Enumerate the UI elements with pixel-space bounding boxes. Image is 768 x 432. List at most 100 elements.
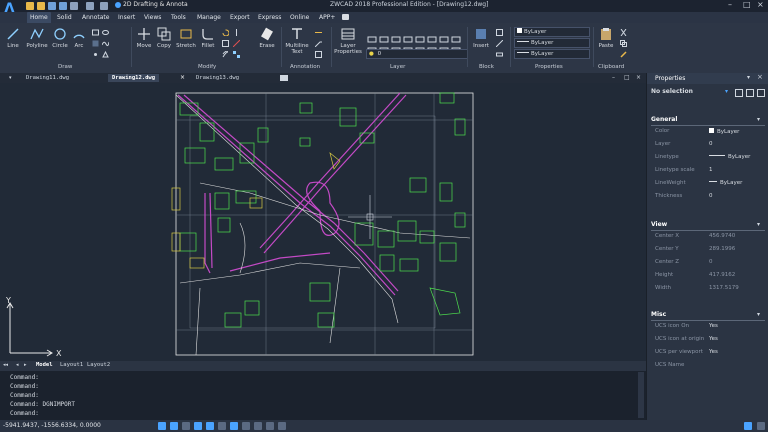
rotate-icon[interactable] [222, 29, 229, 36]
tab-express[interactable]: Express [258, 14, 281, 21]
pickadd-icon[interactable] [757, 89, 765, 97]
command-scrollbar[interactable] [638, 372, 644, 418]
offset-icon[interactable] [222, 51, 229, 58]
erase-button[interactable]: Erase [257, 27, 277, 49]
tab-scroll-prev-icon[interactable]: ◂ [16, 362, 19, 368]
fullscreen-icon[interactable] [757, 422, 765, 430]
create-block-icon[interactable] [496, 29, 503, 36]
maximize-icon[interactable]: □ [743, 0, 751, 9]
settings-gear-icon[interactable] [744, 422, 752, 430]
polar-icon[interactable] [194, 422, 202, 430]
minimize-icon[interactable]: – [728, 0, 732, 9]
save-icon[interactable] [48, 2, 56, 10]
new-file-icon[interactable] [26, 2, 34, 10]
open-file-icon[interactable] [37, 2, 45, 10]
tab-home[interactable]: Home [27, 12, 51, 23]
ellipse-icon[interactable] [102, 29, 109, 36]
close-icon[interactable]: × [757, 0, 764, 9]
tab-drawing11[interactable]: Drawing11.dwg [22, 74, 73, 82]
quick-select-icon[interactable] [735, 89, 743, 97]
tab-export[interactable]: Export [230, 14, 250, 21]
arc-button[interactable]: Arc [71, 27, 87, 49]
tab-model[interactable]: Model [36, 362, 53, 368]
property-row[interactable]: Height 417.9162 [655, 272, 767, 282]
point-icon[interactable] [92, 51, 99, 58]
cut-icon[interactable] [620, 29, 627, 36]
tab-drawing13[interactable]: Drawing13.dwg [192, 74, 243, 82]
leader-icon[interactable] [315, 40, 322, 47]
close-tab-icon[interactable]: × [180, 74, 185, 81]
annotation-scale-icon[interactable] [266, 422, 274, 430]
ortho-icon[interactable] [182, 422, 190, 430]
property-row[interactable]: Center X 456.9740 [655, 233, 767, 243]
property-row[interactable]: UCS icon On Yes [655, 323, 767, 333]
tab-menu-icon[interactable]: ▾ [9, 75, 12, 81]
workspace-selector[interactable]: 2D Drafting & Annota [123, 1, 188, 8]
command-prompt[interactable]: Command: [10, 410, 39, 417]
fillet-button[interactable]: Fillet [199, 27, 217, 49]
dynamic-input-icon[interactable] [242, 422, 250, 430]
osnap-icon[interactable] [206, 422, 214, 430]
property-row[interactable]: Layer 0 [655, 141, 767, 151]
property-row[interactable]: Linetype ByLayer [655, 154, 767, 164]
snap-icon[interactable] [158, 422, 166, 430]
tab-insert[interactable]: Insert [118, 14, 135, 21]
property-row[interactable]: LineWeight ByLayer [655, 180, 767, 190]
tab-layout2[interactable]: Layout2 [87, 362, 110, 368]
new-tab-icon[interactable] [280, 75, 288, 81]
property-row[interactable]: Width 1317.5179 [655, 285, 767, 295]
tab-scroll-next-icon[interactable]: ▸ [24, 362, 27, 368]
insert-block-button[interactable]: Insert [471, 27, 491, 49]
tab-layout1[interactable]: Layout1 [60, 362, 83, 368]
circle-button[interactable]: Circle [51, 27, 69, 49]
attribute-icon[interactable] [496, 51, 503, 58]
selection-dropdown[interactable]: No selection ▾ [651, 88, 765, 98]
tab-drawing12[interactable]: Drawing12.dwg [108, 74, 160, 82]
property-row[interactable]: Center Y 289.1996 [655, 246, 767, 256]
print-icon[interactable] [70, 2, 78, 10]
panel-pin-icon[interactable]: ▾ [747, 74, 750, 81]
maximize-drawing-icon[interactable]: □ [624, 74, 630, 81]
property-row[interactable]: UCS icon at origin Yes [655, 336, 767, 346]
scale-icon[interactable] [222, 40, 229, 47]
property-row[interactable]: Center Z0 [655, 259, 767, 269]
grid-icon[interactable] [170, 422, 178, 430]
trim-icon[interactable] [233, 40, 240, 47]
selection-cycling-icon[interactable] [254, 422, 262, 430]
undo-icon[interactable] [86, 2, 94, 10]
tab-solid[interactable]: Solid [57, 14, 72, 21]
property-row[interactable]: Linetype scale 1 [655, 167, 767, 177]
move-button[interactable]: Move [135, 27, 153, 49]
tab-app-plus[interactable]: APP+ [319, 14, 335, 21]
misc-section-header[interactable]: Misc ▾ [651, 311, 765, 321]
layer-properties-button[interactable]: Layer Properties [334, 27, 362, 55]
paste-button[interactable]: Paste [596, 27, 616, 49]
spline-icon[interactable] [102, 40, 109, 47]
select-objects-icon[interactable] [746, 89, 754, 97]
map-drawing[interactable]: Y X [0, 83, 646, 361]
polyline-button[interactable]: Polyline [25, 27, 49, 49]
edit-block-icon[interactable] [496, 40, 503, 47]
table-icon[interactable] [315, 51, 322, 58]
tab-manage[interactable]: Manage [197, 14, 221, 21]
workspace-gear-icon[interactable] [115, 2, 121, 8]
property-row[interactable]: UCS per viewport Yes [655, 349, 767, 359]
view-section-header[interactable]: View ▾ [651, 221, 765, 231]
property-row[interactable]: Color ByLayer [655, 128, 767, 138]
line-button[interactable]: Line [3, 27, 23, 49]
layer-dropdown[interactable]: ● 0 [366, 49, 468, 59]
property-row[interactable]: Thickness 0 [655, 193, 767, 203]
save-as-icon[interactable] [59, 2, 67, 10]
tab-scroll-first-icon[interactable]: ◂◂ [3, 362, 8, 368]
lineweight-toggle-icon[interactable] [230, 422, 238, 430]
linetype-dropdown[interactable]: ByLayer [514, 38, 590, 48]
restore-drawing-icon[interactable]: – [612, 74, 615, 81]
panel-close-icon[interactable]: × [757, 73, 763, 81]
tab-online[interactable]: Online [290, 14, 309, 21]
property-row[interactable]: UCS Name [655, 362, 767, 372]
drawing-canvas[interactable]: Y X [0, 83, 646, 361]
copy-button[interactable]: Copy [155, 27, 173, 49]
stretch-button[interactable]: Stretch [175, 27, 197, 49]
region-icon[interactable] [102, 51, 109, 58]
mirror-icon[interactable] [233, 29, 240, 36]
